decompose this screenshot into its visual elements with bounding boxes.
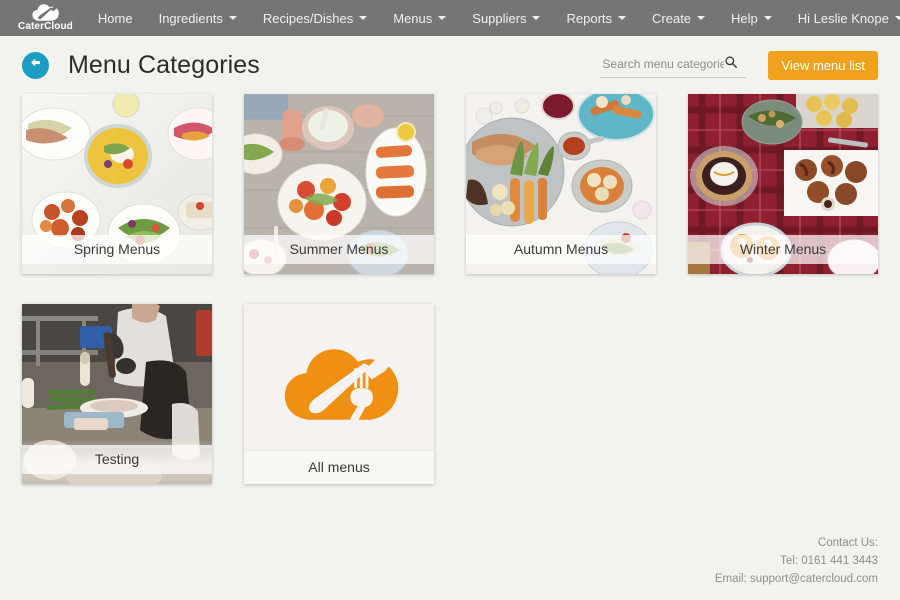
footer-email[interactable]: Email: support@catercloud.com xyxy=(715,570,878,588)
nav-item-label: Reports xyxy=(566,10,613,26)
chevron-down-icon xyxy=(894,16,900,20)
category-card-label: Winter Menus xyxy=(688,235,878,264)
page-title: Menu Categories xyxy=(68,50,260,79)
nav-item-recipes-dishes[interactable]: Recipes/Dishes xyxy=(250,0,380,36)
secondary-nav-items: Help Hi Leslie Knope xyxy=(718,0,900,36)
chevron-down-icon xyxy=(618,16,627,20)
menu-category-grid: Spring Menus Summer Menus Autumn Menus W… xyxy=(0,94,900,484)
top-navigation-bar: CaterCloud Home Ingredients Recipes/Dish… xyxy=(0,0,900,36)
catercloud-cloud-logo-icon xyxy=(276,342,402,431)
user-greeting-label: Hi Leslie Knope xyxy=(797,10,889,26)
nav-item-label: Home xyxy=(97,10,133,26)
nav-item-menus[interactable]: Menus xyxy=(380,0,459,36)
brand-logo-home-link[interactable]: CaterCloud xyxy=(18,4,73,32)
chevron-down-icon xyxy=(763,16,772,20)
category-card-label: Summer Menus xyxy=(244,235,434,264)
nav-item-ingredients[interactable]: Ingredients xyxy=(146,0,250,36)
footer-telephone: Tel: 0161 441 3443 xyxy=(780,555,878,567)
brand-name: CaterCloud xyxy=(18,21,73,32)
nav-item-help[interactable]: Help xyxy=(718,0,785,36)
page-header: Menu Categories View menu list xyxy=(0,36,900,94)
chevron-down-icon xyxy=(359,16,368,20)
category-card-spring-menus[interactable]: Spring Menus xyxy=(22,94,212,274)
category-card-winter-menus[interactable]: Winter Menus xyxy=(688,94,878,274)
nav-item-create[interactable]: Create xyxy=(639,0,718,36)
nav-item-label: Menus xyxy=(393,10,433,26)
chevron-down-icon xyxy=(438,16,447,20)
search-icon[interactable] xyxy=(724,55,738,74)
nav-item-suppliers[interactable]: Suppliers xyxy=(459,0,553,36)
category-card-all-menus[interactable]: All menus xyxy=(244,304,434,484)
category-card-label: Testing xyxy=(22,445,212,474)
chevron-down-icon xyxy=(228,16,237,20)
back-arrow-icon xyxy=(28,55,43,75)
nav-item-label: Help xyxy=(731,10,758,26)
primary-nav-items: Home Ingredients Recipes/Dishes Menus Su… xyxy=(85,0,718,36)
nav-item-home[interactable]: Home xyxy=(85,0,146,36)
category-card-autumn-menus[interactable]: Autumn Menus xyxy=(466,94,656,274)
chevron-down-icon xyxy=(697,16,706,20)
view-menu-list-button[interactable]: View menu list xyxy=(768,50,878,80)
nav-item-label: Suppliers xyxy=(472,10,527,26)
back-button[interactable] xyxy=(22,51,49,79)
category-card-summer-menus[interactable]: Summer Menus xyxy=(244,94,434,274)
nav-item-reports[interactable]: Reports xyxy=(553,0,639,36)
search-box[interactable] xyxy=(600,53,747,78)
category-card-label: All menus xyxy=(244,450,434,484)
category-card-label: Autumn Menus xyxy=(466,235,656,264)
catercloud-cloud-logo-icon xyxy=(30,4,60,21)
footer-contact-label: Contact Us: xyxy=(817,537,878,549)
category-card-label: Spring Menus xyxy=(22,235,212,264)
footer-contact: Contact Us: Tel: 0161 441 3443 Email: su… xyxy=(715,534,878,588)
nav-item-label: Ingredients xyxy=(158,10,223,26)
category-card-testing[interactable]: Testing xyxy=(22,304,212,484)
header-actions: View menu list xyxy=(600,50,878,80)
chevron-down-icon xyxy=(532,16,541,20)
search-input[interactable] xyxy=(602,57,725,71)
nav-item-label: Recipes/Dishes xyxy=(262,10,354,26)
nav-item-user-menu[interactable]: Hi Leslie Knope xyxy=(785,0,900,36)
nav-item-label: Create xyxy=(652,10,692,26)
